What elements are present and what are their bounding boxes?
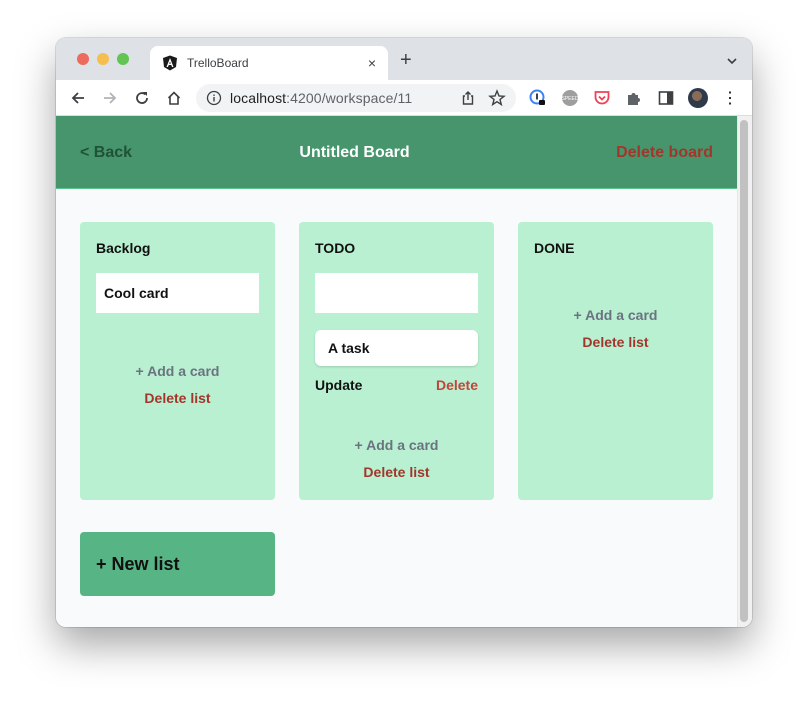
tab-strip: TrelloBoard × + [56, 38, 752, 80]
browser-window: TrelloBoard × + localhost:4200/workspace… [56, 38, 752, 627]
list-backlog: Backlog + Add a card Delete list [80, 222, 275, 500]
update-card-button[interactable]: Update [315, 377, 362, 393]
task-card-actions: Update Delete [315, 377, 478, 393]
minimize-window-button[interactable] [97, 53, 109, 65]
yt-speed-icon[interactable]: SPEED [560, 88, 580, 108]
new-tab-button[interactable]: + [400, 50, 412, 70]
task-card-text: A task [328, 340, 370, 356]
tab-title: TrelloBoard [187, 56, 249, 70]
board-title: Untitled Board [299, 144, 410, 161]
close-window-button[interactable] [77, 53, 89, 65]
add-card-button[interactable]: + Add a card [80, 363, 275, 379]
add-card-button[interactable]: + Add a card [299, 437, 494, 453]
info-icon[interactable] [206, 90, 222, 106]
extensions-puzzle-icon[interactable] [624, 88, 644, 108]
page-viewport: < Back Untitled Board Delete board Backl… [56, 116, 752, 627]
new-card-input[interactable] [96, 273, 259, 313]
list-todo: TODO A task Update Delete + Add a card D… [299, 222, 494, 500]
angular-icon [162, 55, 178, 71]
url-host: localhost [230, 90, 287, 106]
delete-list-button[interactable]: Delete list [299, 464, 494, 480]
list-title: DONE [534, 240, 575, 256]
home-icon[interactable] [164, 88, 184, 108]
delete-card-button[interactable]: Delete [436, 377, 478, 393]
url-path: :4200/workspace/11 [286, 90, 413, 106]
bookmark-star-icon[interactable] [488, 89, 506, 107]
svg-text:SPEED: SPEED [562, 96, 579, 102]
new-card-input[interactable] [315, 273, 478, 313]
more-menu-icon[interactable]: ⋮ [720, 88, 740, 108]
share-icon[interactable] [460, 90, 476, 106]
side-panel-icon[interactable] [656, 88, 676, 108]
scrollbar-thumb[interactable] [740, 120, 748, 622]
task-card[interactable]: A task [315, 330, 478, 366]
close-icon[interactable]: × [368, 55, 376, 71]
address-bar[interactable]: localhost:4200/workspace/11 [196, 84, 516, 112]
list-actions: + Add a card Delete list [299, 437, 494, 480]
delete-board-button[interactable]: Delete board [616, 144, 713, 162]
board-header: < Back Untitled Board Delete board [56, 116, 737, 189]
delete-list-button[interactable]: Delete list [80, 390, 275, 406]
reload-icon[interactable] [132, 88, 152, 108]
lists-container: Backlog + Add a card Delete list TODO A … [80, 222, 713, 500]
delete-list-button[interactable]: Delete list [518, 334, 713, 350]
list-actions: + Add a card Delete list [80, 363, 275, 406]
pocket-icon[interactable] [592, 88, 612, 108]
profile-avatar[interactable] [688, 88, 708, 108]
password-manager-icon[interactable] [528, 88, 548, 108]
list-title: Backlog [96, 240, 151, 256]
forward-arrow-icon[interactable] [100, 88, 120, 108]
back-arrow-icon[interactable] [68, 88, 88, 108]
url-text: localhost:4200/workspace/11 [230, 90, 412, 106]
list-actions: + Add a card Delete list [518, 307, 713, 350]
list-done: DONE + Add a card Delete list [518, 222, 713, 500]
new-list-button[interactable]: + New list [80, 532, 275, 596]
browser-toolbar: localhost:4200/workspace/11 SPEED ⋮ [56, 80, 752, 116]
browser-tab[interactable]: TrelloBoard × [150, 46, 388, 80]
maximize-window-button[interactable] [117, 53, 129, 65]
add-card-button[interactable]: + Add a card [518, 307, 713, 323]
chevron-down-icon[interactable] [726, 54, 738, 66]
list-title: TODO [315, 240, 356, 256]
